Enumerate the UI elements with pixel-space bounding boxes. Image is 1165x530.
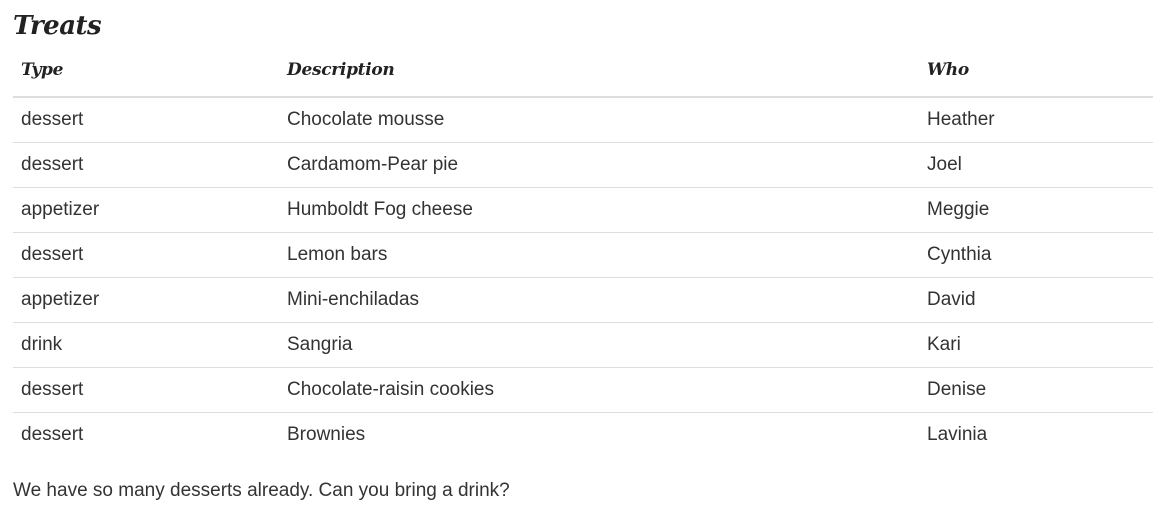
table-row: dessert Chocolate mousse Heather [13, 97, 1153, 143]
cell-who: Joel [919, 142, 1153, 188]
table-body: dessert Chocolate mousse Heather dessert… [13, 97, 1153, 457]
footer-note: We have so many desserts already. Can yo… [13, 480, 510, 501]
table-row: dessert Chocolate-raisin cookies Denise [13, 367, 1153, 413]
cell-description: Chocolate-raisin cookies [279, 367, 919, 413]
cell-who: Meggie [919, 187, 1153, 233]
cell-type: dessert [21, 109, 84, 130]
table-row: dessert Cardamom-Pear pie Joel [13, 142, 1153, 188]
page: Treats Type Description Who dessert Choc… [13, 0, 1153, 503]
column-header-description: Description [279, 43, 919, 98]
cell-description: Lemon bars [279, 232, 919, 278]
cell-type: drink [13, 322, 279, 368]
cell-who: Denise [919, 367, 1153, 413]
treats-table: Type Description Who dessert Chocolate m… [13, 43, 1153, 457]
cell-who: David [919, 277, 1153, 323]
cell-type: appetizer [13, 187, 279, 233]
cell-description: Brownies [279, 412, 919, 457]
table-row: drink Sangria Kari [13, 322, 1153, 368]
cell-type: dessert [13, 367, 279, 413]
cell-description: Cardamom-Pear pie [279, 142, 919, 188]
cell-who: Heather [927, 109, 995, 130]
table-row: dessert Lemon bars Cynthia [13, 232, 1153, 278]
cell-type: dessert [13, 232, 279, 278]
cell-description: Chocolate mousse [287, 109, 445, 130]
cell-who: Kari [919, 322, 1153, 368]
cell-type: dessert [13, 412, 279, 457]
cell-type: appetizer [13, 277, 279, 323]
cell-description: Sangria [279, 322, 919, 368]
table-row: appetizer Mini-enchiladas David [13, 277, 1153, 323]
column-header-type: Type [13, 43, 279, 98]
table-header: Type Description Who [13, 43, 1153, 98]
header-row: Type Description Who [13, 43, 1153, 98]
cell-who: Lavinia [919, 412, 1153, 457]
cell-type: dessert [13, 142, 279, 188]
table-row: dessert Brownies Lavinia [13, 412, 1153, 457]
page-title: Treats [13, 11, 102, 41]
column-header-who: Who [919, 43, 1153, 98]
table-row: appetizer Humboldt Fog cheese Meggie [13, 187, 1153, 233]
cell-description: Humboldt Fog cheese [279, 187, 919, 233]
cell-description: Mini-enchiladas [279, 277, 919, 323]
cell-who: Cynthia [919, 232, 1153, 278]
